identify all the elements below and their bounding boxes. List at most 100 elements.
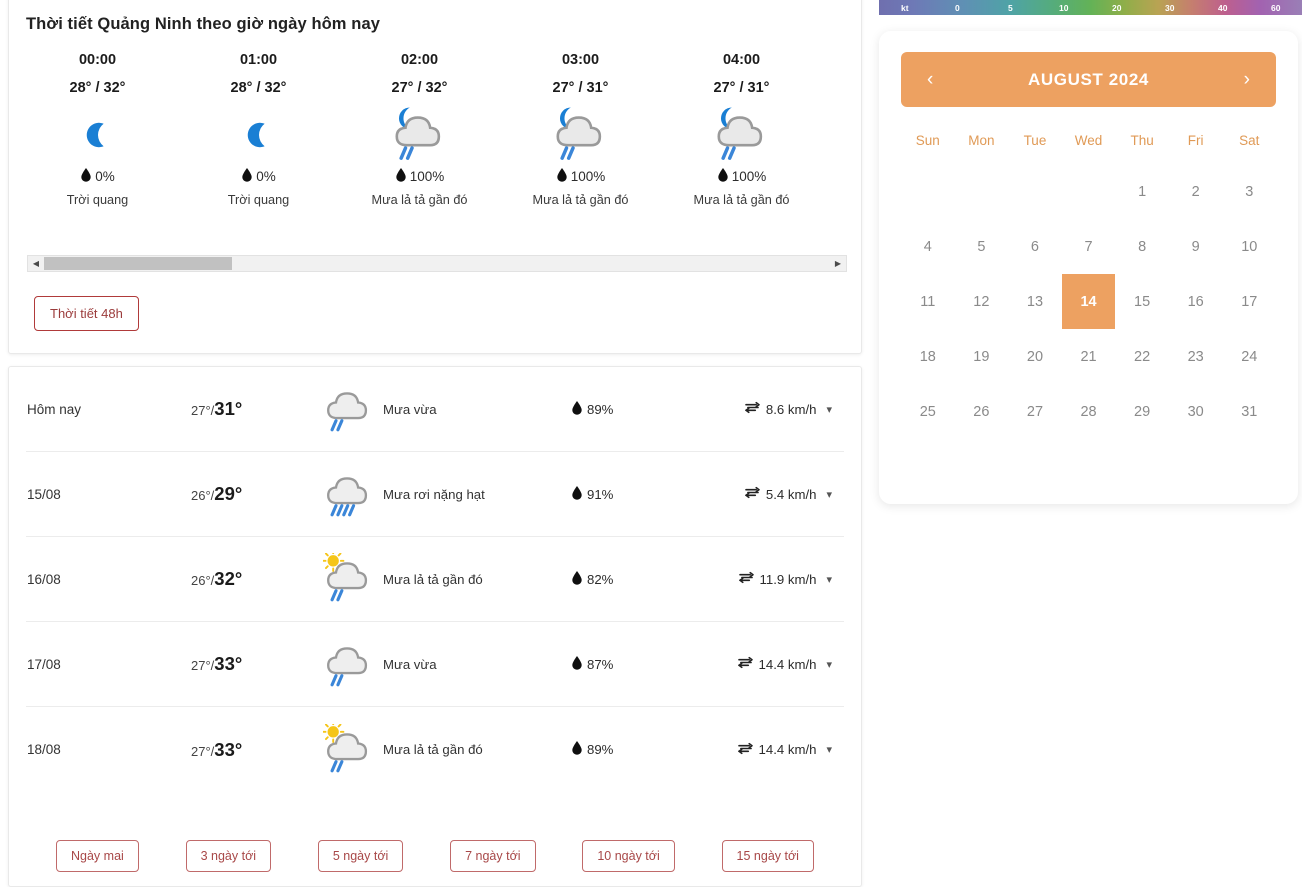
calendar-day[interactable]: 7	[1062, 219, 1116, 274]
calendar-day[interactable]: 8	[1115, 219, 1169, 274]
calendar-day[interactable]: 13	[1008, 274, 1062, 329]
chevron-down-icon[interactable]: ▾	[826, 743, 832, 756]
day-wind[interactable]: 11.9 km/h ▾	[691, 571, 844, 587]
legend-tick-20: 20	[1112, 2, 1122, 13]
hourly-scroll-viewport[interactable]: 00:00 28° / 32° 0% Trời quang 01:00 28° / 32°…	[9, 52, 863, 240]
table-row[interactable]: 15/08 26°/29° Mưa rơi nặng hạt 91% 5.4 km/h ▾	[26, 452, 844, 537]
cloud-heavy-rain-icon	[321, 466, 377, 522]
chevron-down-icon[interactable]: ▾	[826, 658, 832, 671]
table-row[interactable]: 18/08 27°/33° Mưa lả tả gần đó 89% 14.4 km/h…	[26, 707, 844, 792]
day-temperature: 26°/32°	[191, 568, 321, 590]
calendar-cell-empty	[1008, 164, 1062, 219]
scrollbar-thumb[interactable]	[44, 257, 232, 270]
hour-time: 04:00	[722, 52, 761, 68]
day-humidity: 91%	[571, 485, 691, 503]
day-low-temp: 26°	[191, 573, 211, 588]
humidity-drop-icon	[571, 741, 583, 758]
range-button[interactable]: 7 ngày tới	[450, 840, 536, 872]
weather-48h-button[interactable]: Thời tiết 48h	[34, 296, 139, 331]
calendar-day[interactable]: 21	[1062, 329, 1116, 384]
calendar-day[interactable]: 11	[901, 274, 955, 329]
wind-icon	[737, 656, 753, 669]
day-wind[interactable]: 14.4 km/h ▾	[691, 656, 844, 672]
calendar-day[interactable]: 9	[1169, 219, 1223, 274]
calendar-day[interactable]: 10	[1222, 219, 1276, 274]
calendar-day[interactable]: 3	[1222, 164, 1276, 219]
calendar-title: AUGUST 2024	[1028, 69, 1149, 89]
calendar-day[interactable]: 24	[1222, 329, 1276, 384]
hour-precip-value: 0%	[95, 169, 115, 184]
chevron-down-icon[interactable]: ▾	[826, 403, 832, 416]
hour-time: 01:00	[239, 52, 278, 68]
calendar-day[interactable]: 1	[1115, 164, 1169, 219]
scroll-left-arrow-icon[interactable]: ◀	[28, 256, 44, 271]
calendar-day[interactable]: 26	[955, 384, 1009, 439]
calendar-day[interactable]: 18	[901, 329, 955, 384]
humidity-drop-icon	[572, 741, 582, 755]
day-low-temp: 26°	[191, 488, 211, 503]
calendar-day[interactable]: 17	[1222, 274, 1276, 329]
hourly-title: Thời tiết Quảng Ninh theo giờ ngày hôm n…	[26, 15, 380, 33]
range-button[interactable]: 3 ngày tới	[185, 840, 272, 872]
day-humidity-value: 82%	[587, 571, 614, 587]
wind-icon	[738, 571, 754, 584]
day-humidity: 82%	[571, 570, 691, 588]
legend-tick-40: 40	[1218, 2, 1228, 13]
day-wind[interactable]: 8.6 km/h ▾	[691, 401, 844, 417]
calendar-day[interactable]: 23	[1169, 329, 1223, 384]
range-button[interactable]: Ngày mai	[56, 840, 139, 872]
chevron-right-icon[interactable]: ›	[1240, 70, 1254, 89]
calendar-day[interactable]: 15	[1115, 274, 1169, 329]
cloud-rain-icon	[321, 381, 377, 437]
hour-precip-chance: 0%	[80, 168, 115, 185]
scroll-right-arrow-icon[interactable]: ▶	[830, 256, 846, 271]
table-row[interactable]: 17/08 27°/33° Mưa vừa 87% 14.4 km/h ▾	[26, 622, 844, 707]
day-high-temp: 31°	[214, 398, 243, 419]
calendar-day[interactable]: 31	[1222, 384, 1276, 439]
scrollbar-track[interactable]	[44, 256, 830, 271]
calendar-day[interactable]: 19	[955, 329, 1009, 384]
legend-tick-5: 5	[1008, 2, 1013, 13]
chevron-left-icon[interactable]: ‹	[923, 70, 937, 89]
calendar-day[interactable]: 27	[1008, 384, 1062, 439]
calendar-day[interactable]: 30	[1169, 384, 1223, 439]
table-row[interactable]: Hôm nay 27°/31° Mưa vừa 89% 8.6 km/h ▾	[26, 367, 844, 452]
calendar-day[interactable]: 20	[1008, 329, 1062, 384]
calendar-day[interactable]: 29	[1115, 384, 1169, 439]
calendar-day[interactable]: 25	[901, 384, 955, 439]
hour-precip-value: 100%	[570, 169, 606, 184]
calendar-day[interactable]: 12	[955, 274, 1009, 329]
calendar-day[interactable]: 16	[1169, 274, 1223, 329]
hour-temp: 27° / 31°	[552, 80, 609, 96]
calendar-day[interactable]: 5	[955, 219, 1009, 274]
chevron-down-icon[interactable]: ▾	[826, 573, 832, 586]
humidity-drop-icon	[395, 168, 407, 185]
cloud-rain-icon	[321, 636, 377, 692]
humidity-drop-icon	[572, 655, 582, 670]
moon-cloud-rain-icon	[391, 104, 449, 166]
day-wind[interactable]: 5.4 km/h ▾	[691, 486, 844, 502]
hour-temp: 27° / 32°	[391, 80, 448, 96]
wind-icon	[745, 401, 760, 414]
calendar-day[interactable]: 22	[1115, 329, 1169, 384]
calendar-cell-empty	[955, 164, 1009, 219]
range-button[interactable]: 15 ngày tới	[721, 840, 814, 872]
table-row[interactable]: 16/08 26°/32° Mưa lả tả gần đó 82% 11.9 km/h…	[26, 537, 844, 622]
sun-cloud-rain-icon	[321, 722, 377, 778]
hourly-scrollbar[interactable]: ◀ ▶	[27, 255, 847, 272]
humidity-drop-icon	[718, 168, 728, 182]
calendar-day[interactable]: 14	[1061, 274, 1116, 329]
hour-time: 03:00	[561, 52, 600, 68]
calendar-day[interactable]: 2	[1169, 164, 1223, 219]
day-wind[interactable]: 14.4 km/h ▾	[691, 742, 844, 758]
hour-description: Mưa lả tả gần đó	[371, 193, 468, 207]
calendar-day[interactable]: 6	[1008, 219, 1062, 274]
calendar-day[interactable]: 28	[1062, 384, 1116, 439]
calendar-day[interactable]: 4	[901, 219, 955, 274]
range-button[interactable]: 5 ngày tới	[317, 840, 404, 872]
hour-column: 03:00 27° / 31° 100% Mưa lả tả gần đó	[500, 52, 661, 207]
chevron-down-icon[interactable]: ▾	[826, 488, 832, 501]
hour-column: 04:00 27° / 31° 100% Mưa lả tả gần đó	[661, 52, 822, 207]
range-button[interactable]: 10 ngày tới	[582, 840, 675, 872]
day-high-temp: 33°	[214, 653, 243, 674]
